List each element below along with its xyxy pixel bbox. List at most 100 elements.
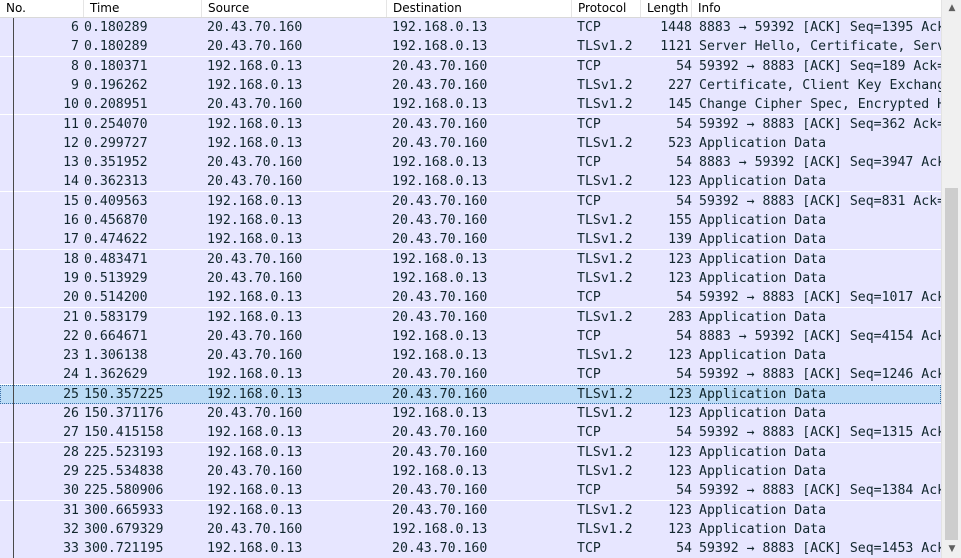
packet-source: 192.168.0.13 — [207, 386, 303, 402]
packet-time: 0.514200 — [84, 290, 148, 306]
packet-no: 21 — [63, 309, 79, 325]
packet-time: 0.208951 — [84, 97, 148, 113]
packet-info: Application Data — [699, 502, 827, 518]
packet-length: 139 — [668, 232, 692, 248]
packet-source: 20.43.70.160 — [207, 270, 303, 286]
packet-row[interactable]: 29 225.534838 20.43.70.160 192.168.0.13 TLSv… — [0, 461, 941, 481]
packet-time: 0.483471 — [84, 251, 148, 267]
packet-destination: 20.43.70.160 — [392, 425, 488, 441]
packet-row[interactable]: 33 300.721195 192.168.0.13 20.43.70.160 TCP 5… — [0, 539, 941, 558]
packet-destination: 192.168.0.13 — [392, 39, 488, 55]
packet-length: 1121 — [660, 39, 692, 55]
packet-protocol: TCP — [577, 367, 601, 383]
packet-protocol: TLSv1.2 — [577, 309, 633, 325]
column-header-source[interactable]: Source — [202, 0, 387, 17]
packet-source: 20.43.70.160 — [207, 39, 303, 55]
packet-time: 0.513929 — [84, 270, 148, 286]
packet-row[interactable]: 31 300.665933 192.168.0.13 20.43.70.160 TLSv… — [0, 500, 941, 520]
packet-info: 59392 → 8883 [ACK] Seq=1384 Ack= — [699, 483, 941, 499]
packet-destination: 20.43.70.160 — [392, 135, 488, 151]
packet-no: 25 — [63, 386, 79, 402]
packet-time: 300.679329 — [84, 521, 164, 537]
packet-info: 8883 → 59392 [ACK] Seq=1395 Ack= — [699, 20, 941, 35]
packet-time: 1.362629 — [84, 367, 148, 383]
packet-row[interactable]: 12 0.299727 192.168.0.13 20.43.70.160 TLSv1.… — [0, 133, 941, 153]
packet-info: 8883 → 59392 [ACK] Seq=3947 Ack= — [699, 155, 941, 171]
packet-destination: 20.43.70.160 — [392, 386, 488, 402]
column-header-destination[interactable]: Destination — [387, 0, 572, 17]
packet-row[interactable]: 18 0.483471 20.43.70.160 192.168.0.13 TLSv1.… — [0, 249, 941, 269]
packet-row[interactable]: 32 300.679329 20.43.70.160 192.168.0.13 TLSv… — [0, 519, 941, 539]
packet-time: 225.580906 — [84, 483, 164, 499]
packet-row[interactable]: 6 0.180289 20.43.70.160 192.168.0.13 TCP 1448… — [0, 18, 941, 37]
packet-source: 192.168.0.13 — [207, 425, 303, 441]
packet-time: 0.362313 — [84, 174, 148, 190]
column-header-time[interactable]: Time — [84, 0, 202, 17]
packet-row[interactable]: 11 0.254070 192.168.0.13 20.43.70.160 TCP 54 5… — [0, 114, 941, 134]
packet-destination: 192.168.0.13 — [392, 97, 488, 113]
packet-no: 16 — [63, 213, 79, 228]
packet-protocol: TLSv1.2 — [577, 251, 633, 267]
packet-destination: 192.168.0.13 — [392, 251, 488, 267]
packet-row[interactable]: 25 150.357225 192.168.0.13 20.43.70.160 TLSv… — [0, 384, 941, 404]
packet-no: 18 — [63, 251, 79, 267]
packet-row[interactable]: 10 0.208951 20.43.70.160 192.168.0.13 TLSv1.… — [0, 95, 941, 115]
packet-row[interactable]: 26 150.371176 20.43.70.160 192.168.0.13 TLSv… — [0, 404, 941, 423]
packet-row[interactable]: 17 0.474622 192.168.0.13 20.43.70.160 TLSv1.… — [0, 230, 941, 250]
packet-time: 0.456870 — [84, 213, 148, 228]
packet-row[interactable]: 14 0.362313 20.43.70.160 192.168.0.13 TLSv1.… — [0, 172, 941, 192]
packet-protocol: TLSv1.2 — [577, 213, 633, 228]
packet-row[interactable]: 22 0.664671 20.43.70.160 192.168.0.13 TCP 54 8… — [0, 326, 941, 346]
packet-time: 0.664671 — [84, 328, 148, 344]
packet-protocol: TCP — [577, 20, 601, 35]
packet-protocol: TCP — [577, 58, 601, 74]
scrollbar-thumb[interactable] — [945, 188, 958, 540]
vertical-scrollbar[interactable]: ▲ ▼ — [941, 0, 961, 558]
packet-source: 192.168.0.13 — [207, 444, 303, 460]
packet-source: 20.43.70.160 — [207, 348, 303, 364]
packet-time: 225.523193 — [84, 444, 164, 460]
packet-protocol: TLSv1.2 — [577, 463, 633, 479]
packet-no: 19 — [63, 270, 79, 286]
packet-row[interactable]: 23 1.306138 20.43.70.160 192.168.0.13 TLSv1.… — [0, 346, 941, 366]
packet-row[interactable]: 28 225.523193 192.168.0.13 20.43.70.160 TLSv… — [0, 442, 941, 462]
column-header-length[interactable]: Length — [641, 0, 692, 17]
scroll-up-icon[interactable]: ▲ — [942, 0, 961, 17]
packet-protocol: TCP — [577, 541, 601, 557]
packet-row[interactable]: 15 0.409563 192.168.0.13 20.43.70.160 TCP 54 5… — [0, 191, 941, 211]
packet-source: 20.43.70.160 — [207, 97, 303, 113]
packet-protocol: TLSv1.2 — [577, 135, 633, 151]
packet-row[interactable]: 30 225.580906 192.168.0.13 20.43.70.160 TCP 5… — [0, 481, 941, 501]
packet-time: 0.299727 — [84, 135, 148, 151]
packet-length: 123 — [668, 463, 692, 479]
packet-time: 150.371176 — [84, 406, 164, 421]
packet-row[interactable]: 13 0.351952 20.43.70.160 192.168.0.13 TCP 54 8… — [0, 153, 941, 173]
packet-length: 123 — [668, 502, 692, 518]
packet-length: 54 — [676, 116, 692, 132]
packet-protocol: TCP — [577, 328, 601, 344]
scroll-down-icon[interactable]: ▼ — [942, 541, 961, 558]
packet-length: 283 — [668, 309, 692, 325]
packet-info: 59392 → 8883 [ACK] Seq=1017 Ack= — [699, 290, 941, 306]
packet-protocol: TLSv1.2 — [577, 97, 633, 113]
column-header-no[interactable]: No. — [0, 0, 84, 17]
packet-row[interactable]: 8 0.180371 192.168.0.13 20.43.70.160 TCP 54 59… — [0, 56, 941, 76]
packet-row[interactable]: 19 0.513929 20.43.70.160 192.168.0.13 TLSv1.… — [0, 268, 941, 288]
packet-time: 0.254070 — [84, 116, 148, 132]
packet-no: 8 — [71, 58, 79, 74]
packet-row[interactable]: 16 0.456870 192.168.0.13 20.43.70.160 TLSv1.… — [0, 211, 941, 230]
packet-row[interactable]: 27 150.415158 192.168.0.13 20.43.70.160 TCP 5… — [0, 423, 941, 443]
packet-length: 54 — [676, 425, 692, 441]
column-header-protocol[interactable]: Protocol — [572, 0, 641, 17]
packet-time: 0.409563 — [84, 193, 148, 209]
packet-row[interactable]: 7 0.180289 20.43.70.160 192.168.0.13 TLSv1.2… — [0, 37, 941, 57]
packet-length: 54 — [676, 58, 692, 74]
column-header-info[interactable]: Info — [692, 0, 941, 17]
packet-row[interactable]: 20 0.514200 192.168.0.13 20.43.70.160 TCP 54 5… — [0, 288, 941, 308]
packet-row[interactable]: 21 0.583179 192.168.0.13 20.43.70.160 TLSv1.… — [0, 307, 941, 327]
packet-row[interactable]: 9 0.196262 192.168.0.13 20.43.70.160 TLSv1.2… — [0, 75, 941, 95]
packet-no: 7 — [71, 39, 79, 55]
packet-destination: 20.43.70.160 — [392, 483, 488, 499]
packet-protocol: TLSv1.2 — [577, 386, 633, 402]
packet-row[interactable]: 24 1.362629 192.168.0.13 20.43.70.160 TCP 54 5… — [0, 365, 941, 385]
